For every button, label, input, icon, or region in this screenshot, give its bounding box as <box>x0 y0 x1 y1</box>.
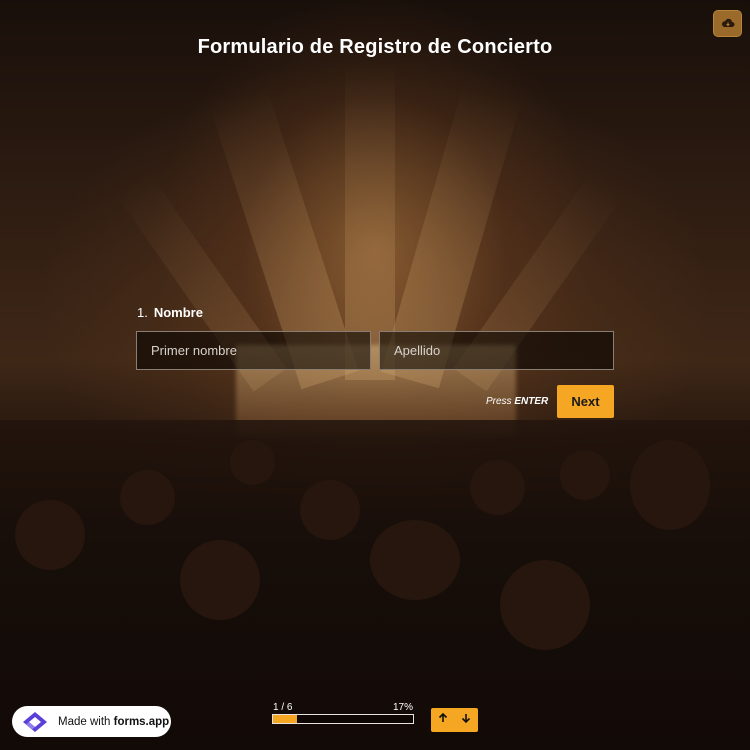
forms-app-logo-icon <box>20 711 50 733</box>
concert-background <box>0 0 750 750</box>
badge-prefix: Made with <box>58 715 114 728</box>
press-enter-prefix: Press <box>486 396 515 407</box>
question-label: Nombre <box>153 305 203 320</box>
arrow-up-icon <box>437 711 449 729</box>
last-name-input[interactable] <box>379 331 614 370</box>
question-heading: 1. Nombre <box>137 305 203 320</box>
page-title: Formulario de Registro de Concierto <box>197 36 553 58</box>
next-question-button[interactable] <box>455 708 479 732</box>
previous-question-button[interactable] <box>431 708 455 732</box>
progress-bar-fill <box>273 715 297 723</box>
question-number: 1. <box>137 305 148 320</box>
press-enter-key: ENTER <box>514 396 549 407</box>
press-enter-hint: Press ENTER <box>486 396 548 407</box>
cloud-save-icon <box>721 15 735 33</box>
badge-brand: forms.app <box>113 715 170 728</box>
save-button[interactable] <box>713 10 742 37</box>
arrow-down-icon <box>460 711 472 729</box>
first-name-input[interactable] <box>136 331 371 370</box>
made-with-forms-app-badge[interactable]: Made with forms.app <box>12 706 171 737</box>
progress-bar <box>272 714 414 724</box>
progress-percent: 17% <box>393 702 414 713</box>
next-button[interactable]: Next <box>557 385 614 418</box>
progress-count: 1 / 6 <box>273 702 293 713</box>
question-navigation <box>431 708 478 732</box>
